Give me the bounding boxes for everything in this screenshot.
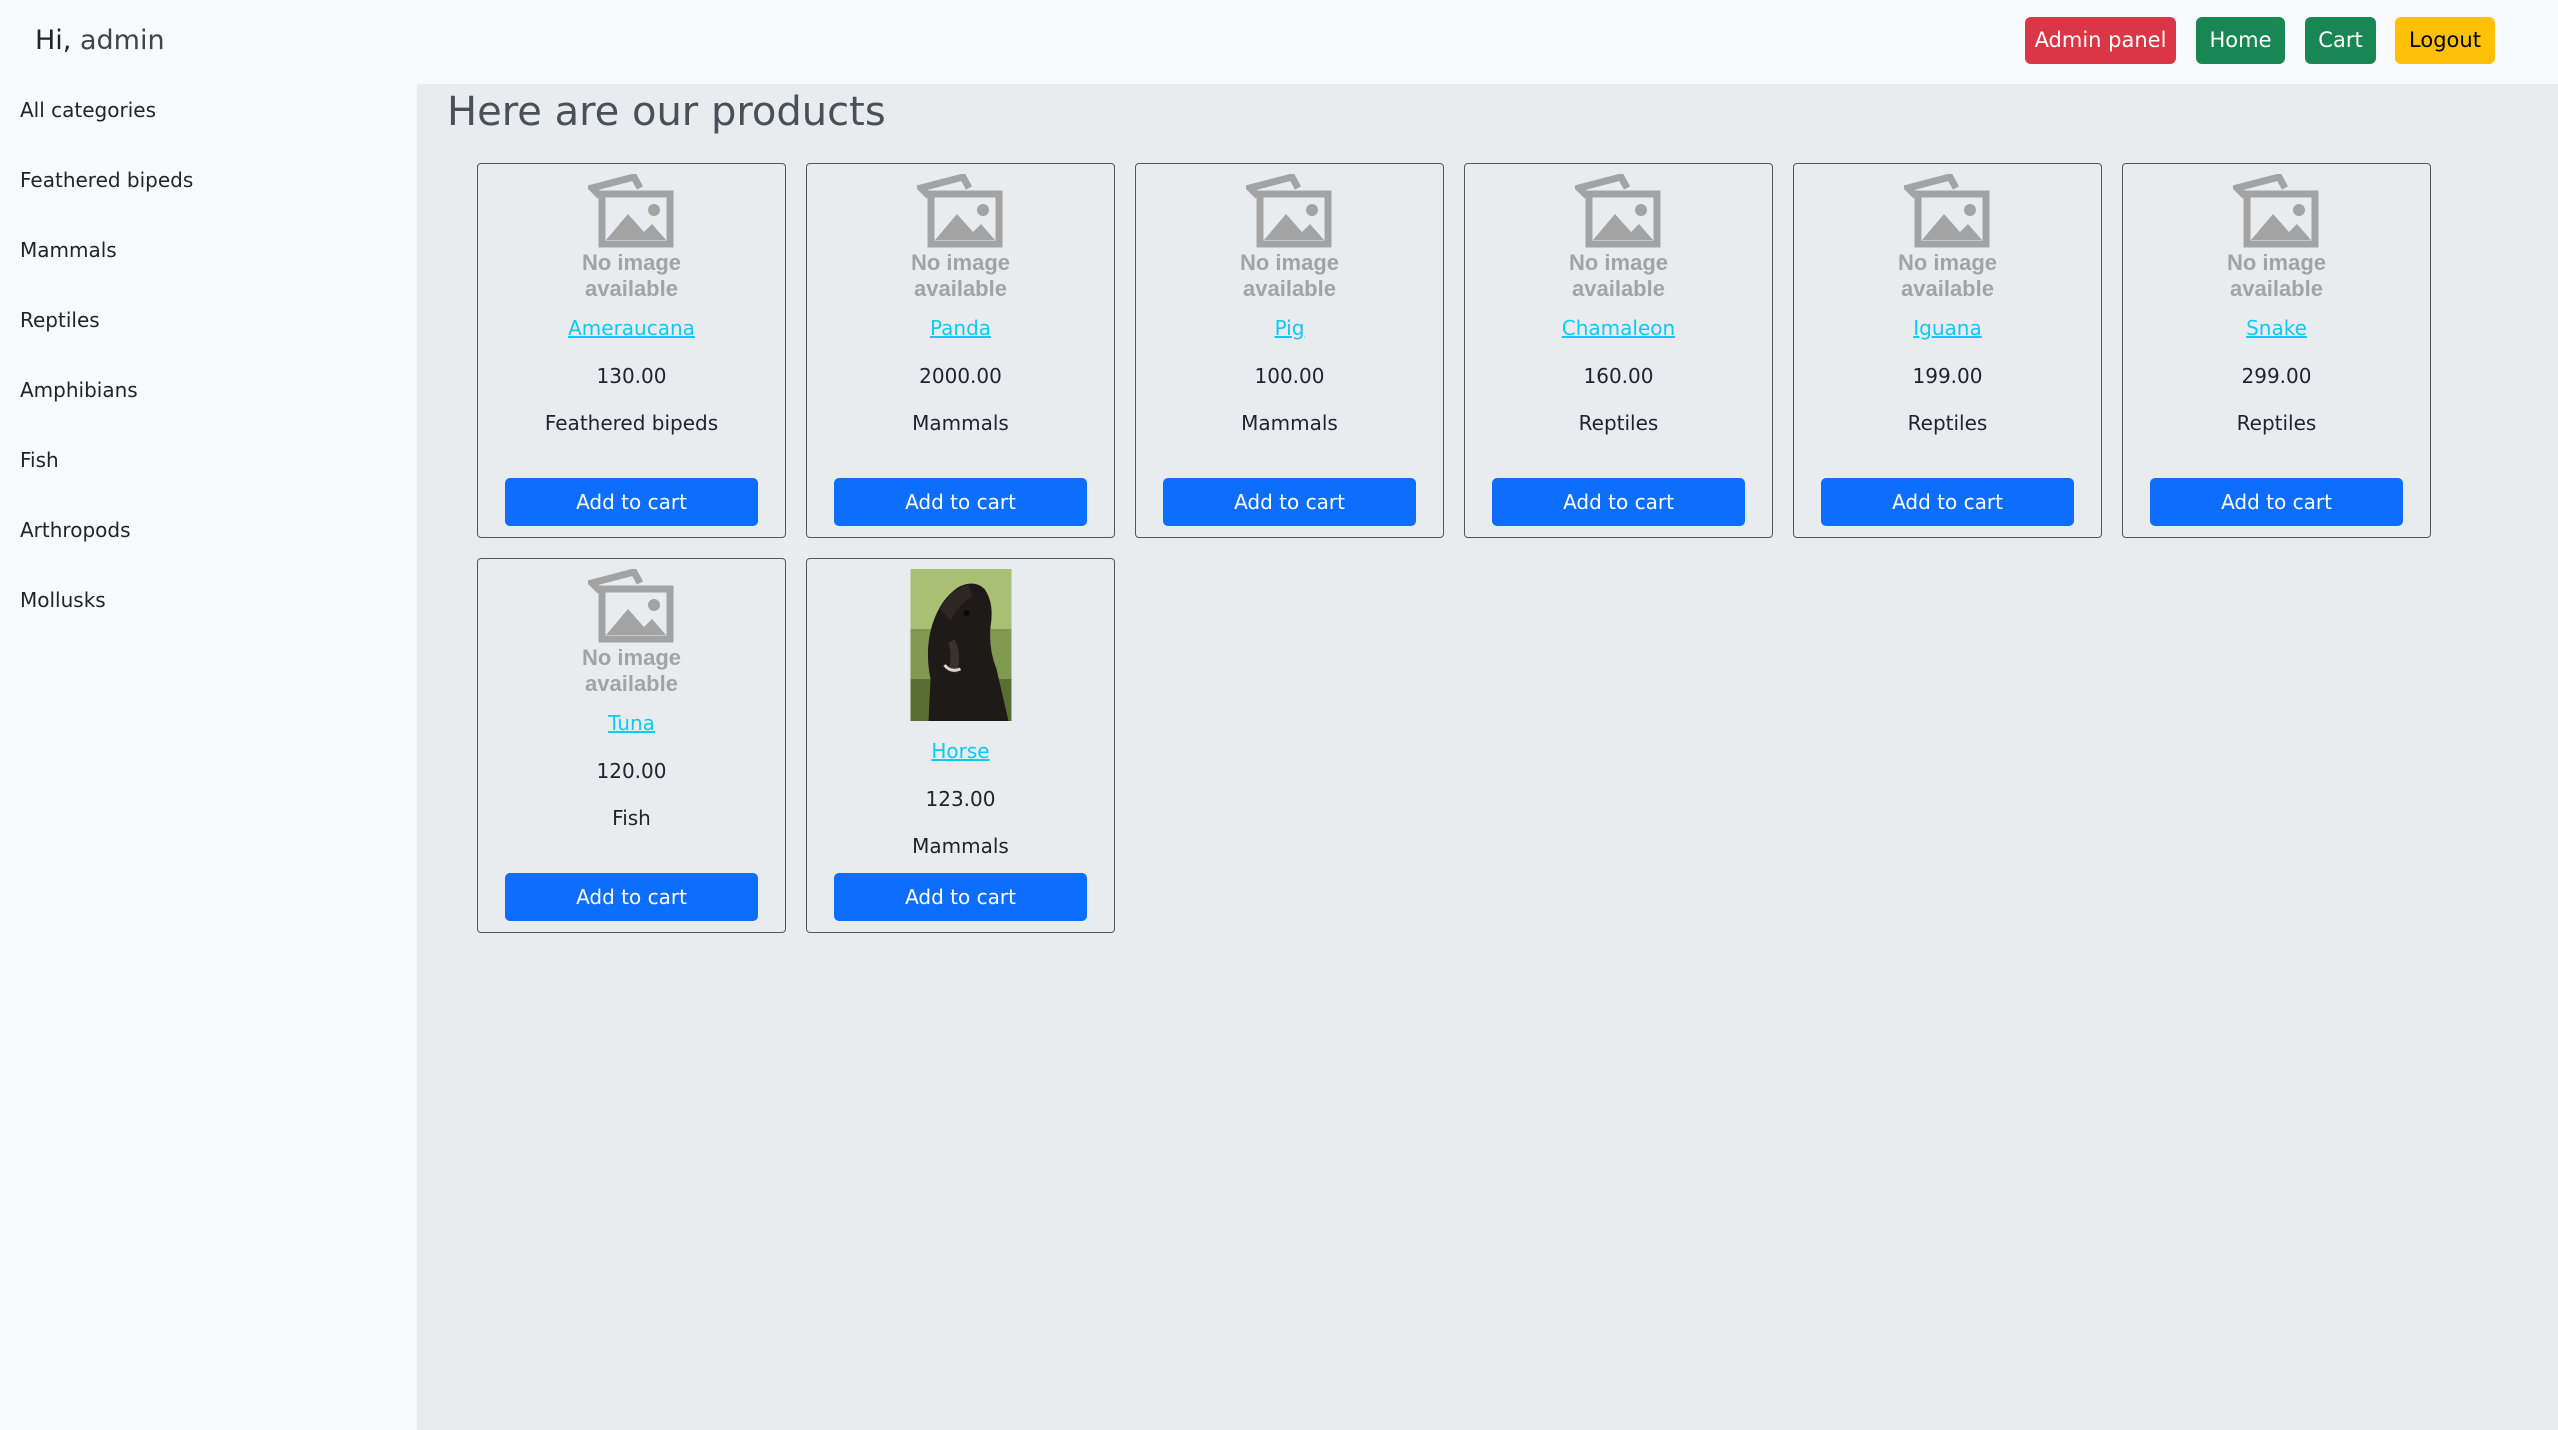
no-image-line1: No image	[581, 645, 682, 670]
product-category: Mammals	[912, 411, 1009, 435]
sidebar-item-arthropods[interactable]: Arthropods	[20, 515, 131, 545]
no-image-placeholder: No image available	[901, 174, 1021, 302]
product-link[interactable]: Iguana	[1794, 314, 2101, 342]
logout-button[interactable]: Logout	[2395, 17, 2495, 64]
product-price: 299.00	[2241, 364, 2312, 388]
product-card: No image available Pig 100.00 Mammals Ad…	[1135, 163, 1444, 538]
add-to-cart-button[interactable]: Add to cart	[505, 873, 758, 921]
product-link[interactable]: Chamaleon	[1465, 314, 1772, 342]
product-link[interactable]: Ameraucana	[478, 314, 785, 342]
add-to-cart-button[interactable]: Add to cart	[834, 478, 1087, 526]
product-link[interactable]: Pig	[1136, 314, 1443, 342]
image-placeholder-icon	[1245, 174, 1331, 248]
product-card: Horse 123.00 Mammals Add to cart	[806, 558, 1115, 933]
product-link[interactable]: Tuna	[478, 709, 785, 737]
add-to-cart-button[interactable]: Add to cart	[1821, 478, 2074, 526]
product-category: Reptiles	[1907, 411, 1988, 435]
product-price: 123.00	[925, 787, 996, 811]
home-button[interactable]: Home	[2196, 17, 2285, 64]
product-price: 199.00	[1912, 364, 1983, 388]
no-image-line1: No image	[1897, 250, 1998, 275]
page-title: Here are our products	[447, 89, 886, 135]
product-link[interactable]: Snake	[2123, 314, 2430, 342]
image-placeholder-icon	[1903, 174, 1989, 248]
no-image-line2: available	[2230, 276, 2323, 301]
product-price: 100.00	[1254, 364, 1325, 388]
image-placeholder-icon	[2232, 174, 2318, 248]
no-image-placeholder: No image available	[572, 174, 692, 302]
no-image-line2: available	[585, 276, 678, 301]
no-image-line2: available	[1901, 276, 1994, 301]
no-image-line2: available	[914, 276, 1007, 301]
product-category: Reptiles	[2236, 411, 2317, 435]
product-card: No image available Iguana 199.00 Reptile…	[1793, 163, 2102, 538]
product-link[interactable]: Panda	[807, 314, 1114, 342]
product-card: No image available Ameraucana 130.00 Fea…	[477, 163, 786, 538]
category-sidebar: All categories Feathered bipeds Mammals …	[0, 84, 417, 1430]
horse-photo	[910, 569, 1011, 721]
sidebar-item-reptiles[interactable]: Reptiles	[20, 305, 100, 335]
product-price: 120.00	[596, 759, 667, 783]
sidebar-item-mammals[interactable]: Mammals	[20, 235, 117, 265]
sidebar-item-mollusks[interactable]: Mollusks	[20, 585, 106, 615]
product-category: Mammals	[912, 834, 1009, 858]
username: admin	[79, 25, 165, 56]
no-image-placeholder: No image available	[1559, 174, 1679, 302]
image-placeholder-icon	[587, 569, 673, 643]
no-image-line2: available	[1572, 276, 1665, 301]
product-card: No image available Snake 299.00 Reptiles…	[2122, 163, 2431, 538]
no-image-placeholder: No image available	[1888, 174, 2008, 302]
add-to-cart-button[interactable]: Add to cart	[2150, 478, 2403, 526]
no-image-line1: No image	[2226, 250, 2327, 275]
admin-panel-button[interactable]: Admin panel	[2025, 17, 2176, 64]
no-image-placeholder: No image available	[1230, 174, 1350, 302]
add-to-cart-button[interactable]: Add to cart	[1492, 478, 1745, 526]
no-image-placeholder: No image available	[572, 569, 692, 697]
product-category: Mammals	[1241, 411, 1338, 435]
no-image-line1: No image	[910, 250, 1011, 275]
sidebar-item-all-categories[interactable]: All categories	[20, 95, 156, 125]
product-link[interactable]: Horse	[807, 737, 1114, 765]
no-image-line2: available	[1243, 276, 1336, 301]
product-card: No image available Panda 2000.00 Mammals…	[806, 163, 1115, 538]
top-header: Hi, admin Admin panel Home Cart Logout	[0, 0, 2558, 84]
main-content: Here are our products No image available…	[417, 84, 2558, 1430]
sidebar-item-feathered-bipeds[interactable]: Feathered bipeds	[20, 165, 193, 195]
greeting: Hi, admin	[35, 24, 165, 58]
product-category: Feathered bipeds	[544, 411, 719, 435]
product-category: Reptiles	[1578, 411, 1659, 435]
image-placeholder-icon	[1574, 174, 1660, 248]
sidebar-item-amphibians[interactable]: Amphibians	[20, 375, 138, 405]
no-image-line1: No image	[1239, 250, 1340, 275]
product-card: No image available Tuna 120.00 Fish Add …	[477, 558, 786, 933]
product-price: 130.00	[596, 364, 667, 388]
product-price: 2000.00	[919, 364, 1002, 388]
no-image-line1: No image	[581, 250, 682, 275]
image-placeholder-icon	[916, 174, 1002, 248]
product-price: 160.00	[1583, 364, 1654, 388]
sidebar-item-fish[interactable]: Fish	[20, 445, 59, 475]
add-to-cart-button[interactable]: Add to cart	[1163, 478, 1416, 526]
add-to-cart-button[interactable]: Add to cart	[834, 873, 1087, 921]
product-card: No image available Chamaleon 160.00 Rept…	[1464, 163, 1773, 538]
cart-button[interactable]: Cart	[2305, 17, 2376, 64]
no-image-placeholder: No image available	[2217, 174, 2337, 302]
horse-image	[910, 569, 1011, 721]
no-image-line1: No image	[1568, 250, 1669, 275]
product-category: Fish	[612, 806, 651, 830]
image-placeholder-icon	[587, 174, 673, 248]
no-image-line2: available	[585, 671, 678, 696]
greeting-prefix: Hi,	[35, 25, 72, 56]
add-to-cart-button[interactable]: Add to cart	[505, 478, 758, 526]
